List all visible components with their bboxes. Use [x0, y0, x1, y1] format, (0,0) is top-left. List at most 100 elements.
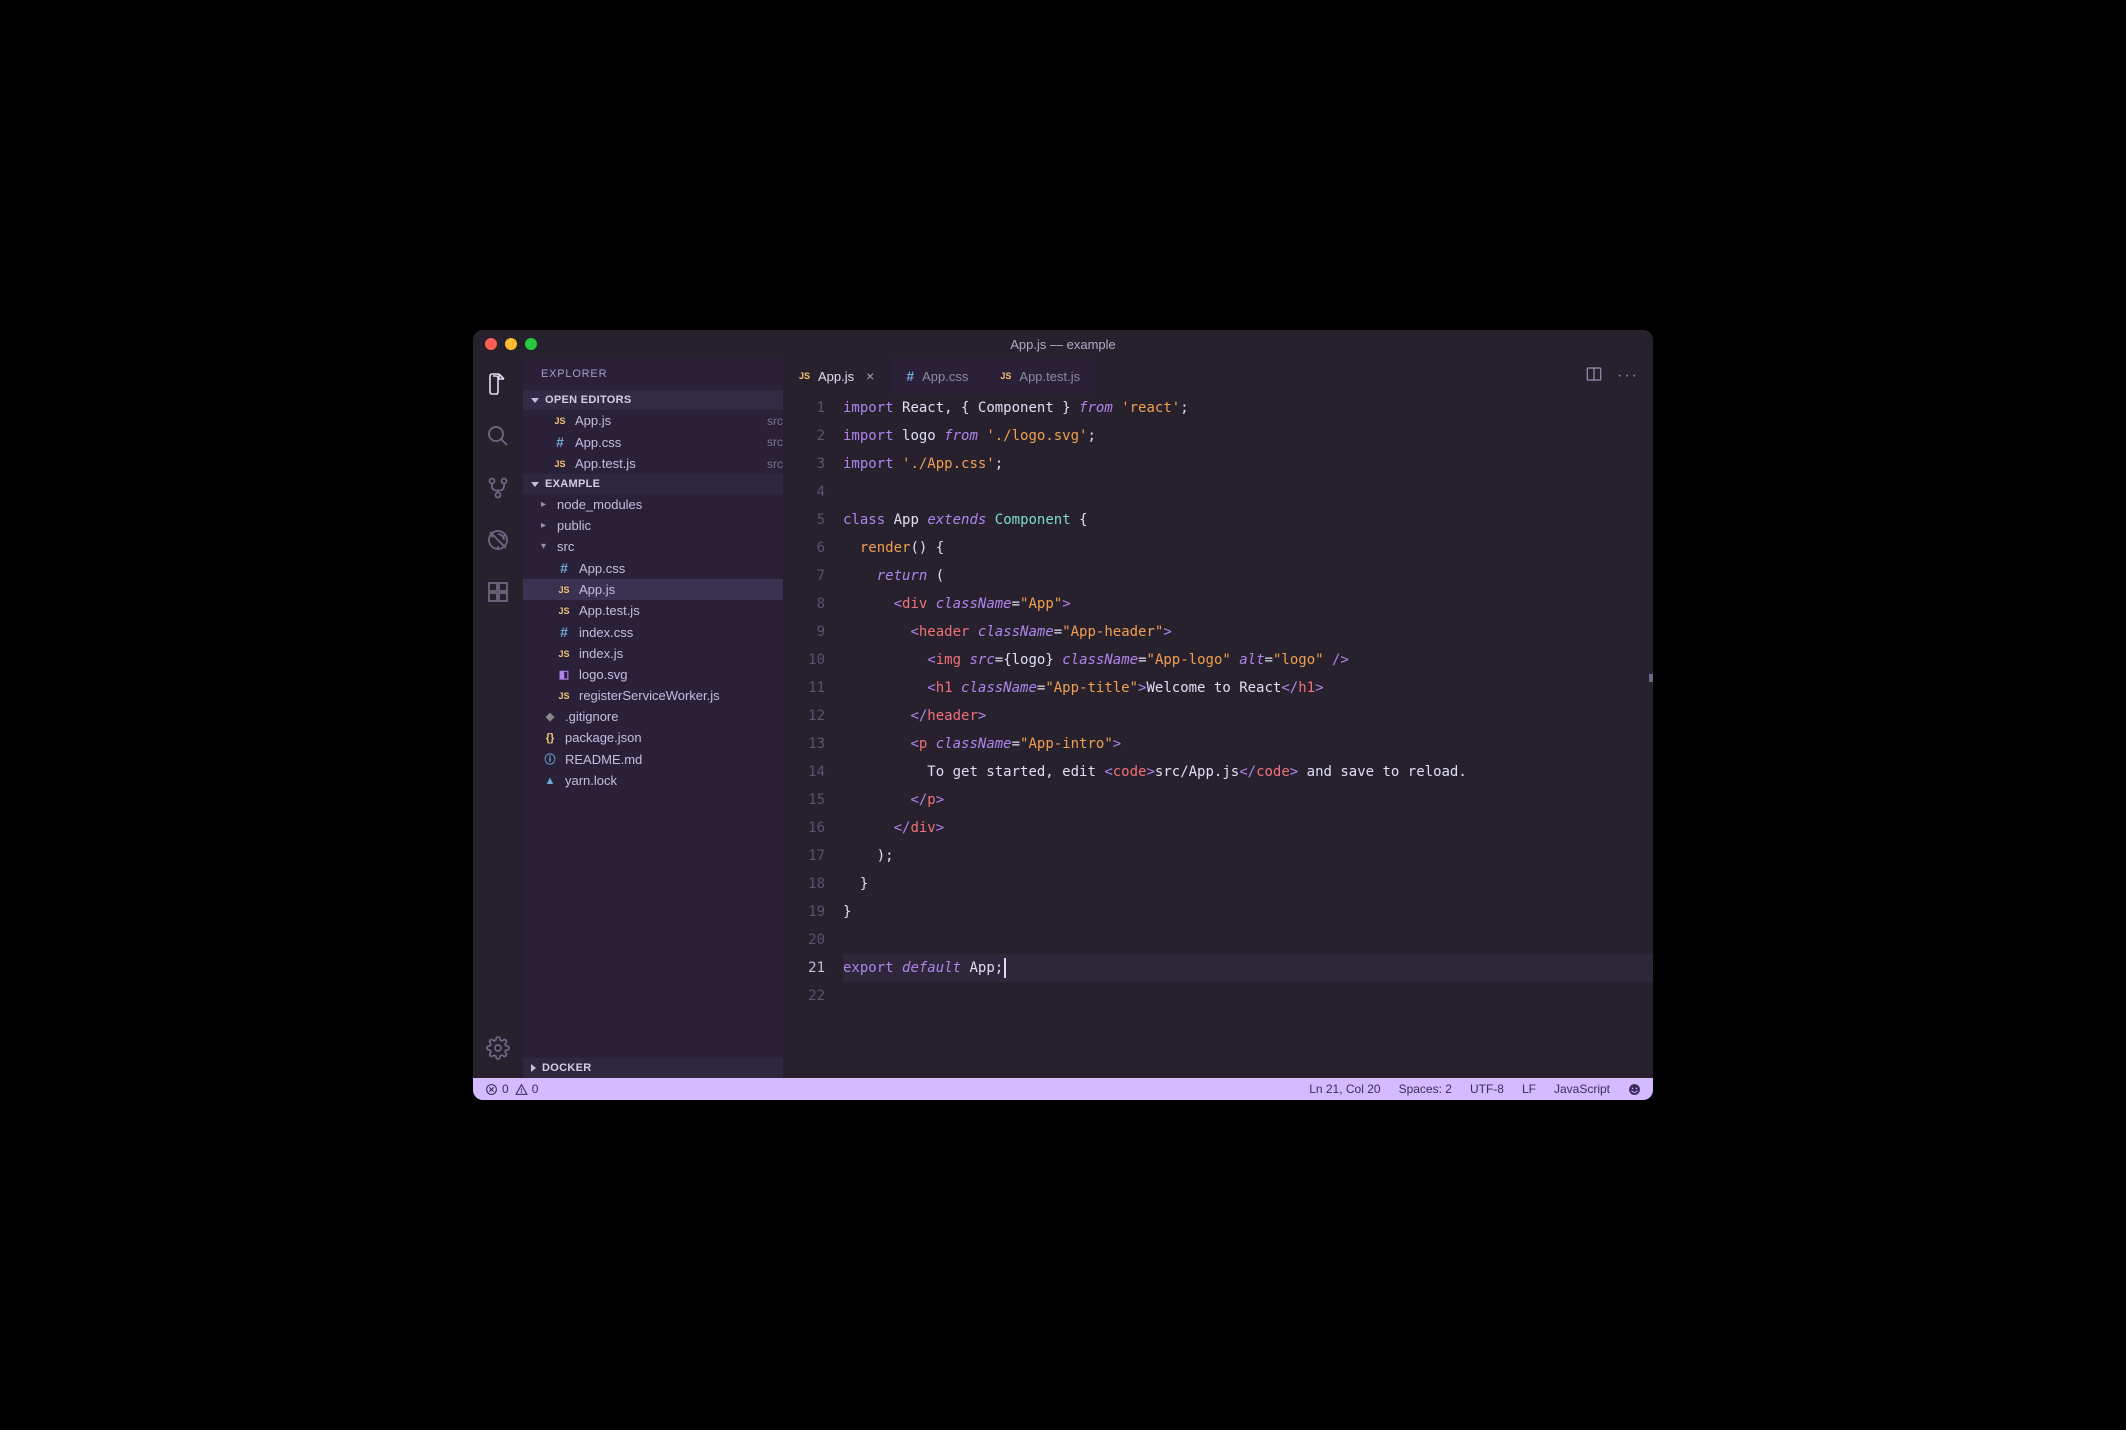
file-path: src	[767, 435, 783, 449]
explorer-icon[interactable]	[484, 370, 512, 398]
open-editor-item[interactable]: JS App.js src	[523, 410, 783, 431]
open-editor-item[interactable]: # App.css src	[523, 431, 783, 453]
file-name: .gitignore	[565, 709, 783, 724]
file-path: src	[767, 457, 783, 471]
minimize-window-button[interactable]	[505, 338, 517, 350]
chevron-right-icon: ▸	[541, 499, 551, 510]
js-file-icon: JS	[551, 416, 569, 426]
json-file-icon: {}	[541, 732, 559, 744]
close-tab-icon[interactable]: ×	[866, 368, 874, 384]
chevron-down-icon	[531, 398, 539, 403]
js-file-icon: JS	[555, 606, 573, 616]
eol-status[interactable]: LF	[1522, 1082, 1536, 1096]
project-label: EXAMPLE	[545, 478, 600, 490]
encoding-status[interactable]: UTF-8	[1470, 1082, 1504, 1096]
css-file-icon: #	[906, 368, 914, 384]
open-editor-item[interactable]: JSApp.test.jssrc	[523, 453, 783, 474]
file-name: logo.svg	[579, 667, 783, 682]
errors-status[interactable]: 0	[485, 1082, 509, 1096]
line-number-gutter: 12345678910111213141516171819202122	[783, 394, 843, 1078]
editor-tab[interactable]: JS App.test.js	[984, 358, 1096, 394]
css-file-icon: #	[551, 434, 569, 450]
more-actions-icon[interactable]: ···	[1617, 367, 1639, 385]
file-name: App.css	[575, 435, 761, 450]
search-icon[interactable]	[484, 422, 512, 450]
file-name: App.js	[575, 413, 761, 428]
editor-tab[interactable]: # App.css	[890, 358, 984, 394]
file-item[interactable]: # App.css	[523, 557, 783, 579]
docker-label: DOCKER	[542, 1062, 591, 1074]
minimap[interactable]	[1649, 674, 1653, 682]
language-status[interactable]: JavaScript	[1554, 1082, 1610, 1096]
close-window-button[interactable]	[485, 338, 497, 350]
file-name: index.js	[579, 646, 783, 661]
window-title: App.js — example	[473, 337, 1653, 352]
titlebar: App.js — example	[473, 330, 1653, 358]
file-item[interactable]: JS index.js	[523, 643, 783, 664]
sidebar-title: EXPLORER	[523, 358, 783, 390]
status-bar: 0 0 Ln 21, Col 20 Spaces: 2 UTF-8 LF Jav…	[473, 1078, 1653, 1100]
chevron-right-icon	[531, 1064, 536, 1072]
editor-tab[interactable]: JS App.js ×	[783, 358, 890, 394]
file-item[interactable]: JS registerServiceWorker.js	[523, 685, 783, 706]
file-name: App.test.js	[579, 603, 783, 618]
file-name: App.css	[579, 561, 783, 576]
project-header[interactable]: EXAMPLE	[523, 474, 783, 494]
tab-label: App.test.js	[1019, 369, 1080, 384]
file-name: package.json	[565, 730, 783, 745]
file-path: src	[767, 414, 783, 428]
folder-name: node_modules	[557, 497, 783, 512]
warnings-count: 0	[532, 1082, 539, 1096]
window-controls	[485, 338, 537, 350]
folder-item-src[interactable]: ▾ src	[523, 536, 783, 557]
settings-gear-icon[interactable]	[484, 1034, 512, 1062]
js-file-icon: JS	[799, 371, 810, 381]
code-content[interactable]: import React, { Component } from 'react'…	[843, 394, 1653, 1078]
file-item[interactable]: # index.css	[523, 621, 783, 643]
css-file-icon: #	[555, 624, 573, 640]
folder-item[interactable]: ▸ node_modules	[523, 494, 783, 515]
maximize-window-button[interactable]	[525, 338, 537, 350]
code-editor[interactable]: 12345678910111213141516171819202122 impo…	[783, 394, 1653, 1078]
file-name: registerServiceWorker.js	[579, 688, 783, 703]
file-item[interactable]: ◧logo.svg	[523, 664, 783, 685]
open-editors-label: OPEN EDITORS	[545, 394, 632, 406]
docker-header[interactable]: DOCKER	[523, 1058, 783, 1078]
warnings-status[interactable]: 0	[515, 1082, 539, 1096]
file-item[interactable]: {} package.json	[523, 727, 783, 748]
file-item[interactable]: ⓘREADME.md	[523, 748, 783, 770]
cursor-position[interactable]: Ln 21, Col 20	[1309, 1082, 1380, 1096]
file-name: README.md	[565, 752, 783, 767]
css-file-icon: #	[555, 560, 573, 576]
main-area: EXPLORER OPEN EDITORS JS App.js src # App.cs…	[473, 358, 1653, 1078]
js-file-icon: JS	[1000, 371, 1011, 381]
indentation-status[interactable]: Spaces: 2	[1399, 1082, 1452, 1096]
tab-label: App.css	[922, 369, 968, 384]
git-file-icon: ◆	[541, 710, 559, 723]
folder-name: src	[557, 539, 783, 554]
tab-label: App.js	[818, 369, 854, 384]
feedback-smiley-icon[interactable]	[1628, 1083, 1641, 1096]
js-file-icon: JS	[555, 585, 573, 595]
sidebar: EXPLORER OPEN EDITORS JS App.js src # App.cs…	[523, 358, 783, 1078]
file-item[interactable]: ◆ .gitignore	[523, 706, 783, 727]
split-editor-icon[interactable]	[1585, 365, 1603, 388]
file-name: App.js	[579, 582, 783, 597]
file-item[interactable]: JS App.test.js	[523, 600, 783, 621]
debug-icon[interactable]	[484, 526, 512, 554]
open-editors-header[interactable]: OPEN EDITORS	[523, 390, 783, 410]
js-file-icon: JS	[555, 649, 573, 659]
chevron-right-icon: ▸	[541, 520, 551, 531]
js-file-icon: JS	[555, 691, 573, 701]
file-item[interactable]: ▲yarn.lock	[523, 770, 783, 791]
chevron-down-icon: ▾	[541, 541, 551, 552]
file-name: yarn.lock	[565, 773, 783, 788]
activity-bar	[473, 358, 523, 1078]
extensions-icon[interactable]	[484, 578, 512, 606]
file-item[interactable]: JS App.js	[523, 579, 783, 600]
editor-window: App.js — example EXPLO	[473, 330, 1653, 1100]
source-control-icon[interactable]	[484, 474, 512, 502]
file-name: index.css	[579, 625, 783, 640]
folder-item[interactable]: ▸public	[523, 515, 783, 536]
errors-count: 0	[502, 1082, 509, 1096]
